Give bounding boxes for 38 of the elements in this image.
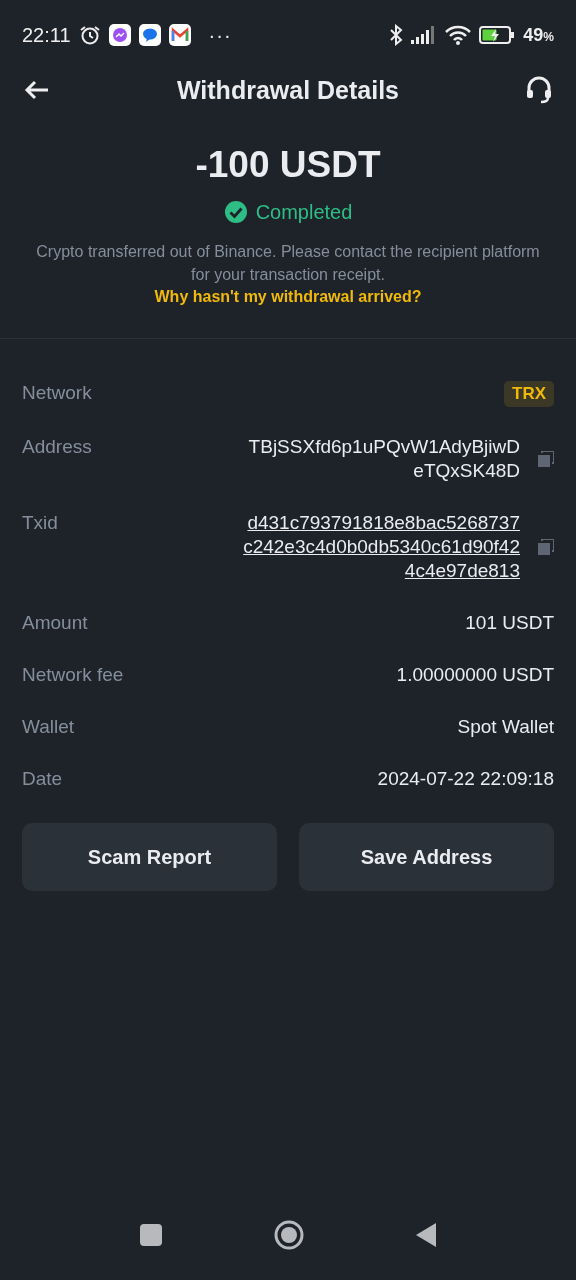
wifi-icon <box>445 25 472 45</box>
detail-label: Txid <box>22 511 58 535</box>
description-text: Crypto transferred out of Binance. Please contact the recipient platform for your transaction receipt. <box>35 242 541 285</box>
recents-icon[interactable] <box>140 1224 162 1246</box>
detail-value: 2024-07-22 22:09:18 <box>377 767 554 791</box>
action-button[interactable]: Save Address <box>299 823 554 891</box>
back-icon[interactable] <box>416 1223 436 1247</box>
more-notifications: ··· <box>208 23 232 47</box>
detail-label: Wallet <box>22 715 75 739</box>
status-label: Completed <box>255 200 353 224</box>
detail-label: Date <box>22 767 63 791</box>
home-icon[interactable] <box>274 1220 304 1250</box>
detail-label: Network <box>22 381 92 405</box>
messenger-app-icon <box>108 24 131 46</box>
help-link[interactable]: Why hasn't my withdrawal arrived? <box>154 288 422 306</box>
battery-percentage: 49% <box>523 24 554 46</box>
headset-icon[interactable] <box>526 76 552 104</box>
status-time: 22:11 <box>22 23 71 47</box>
battery-icon <box>479 26 516 44</box>
detail-label: Address <box>22 435 92 459</box>
txid-link[interactable]: d431c793791818e8bac5268737c242e3c4d0b0db5340c61d90f424c4e97de813 <box>240 511 520 583</box>
back-arrow-icon[interactable] <box>24 80 50 100</box>
mail-app-icon <box>168 24 191 46</box>
detail-value: Spot Wallet <box>457 715 554 739</box>
chat-app-icon <box>138 24 161 46</box>
bluetooth-icon <box>389 24 404 46</box>
copy-icon[interactable] <box>538 539 554 555</box>
detail-value: 101 USDT <box>465 611 554 635</box>
network-tag: TRX <box>504 381 554 407</box>
withdrawal-amount: -100 USDT <box>195 144 381 186</box>
detail-label: Amount <box>22 611 88 635</box>
action-button[interactable]: Scam Report <box>22 823 277 891</box>
copy-icon[interactable] <box>538 451 554 467</box>
alarm-icon <box>78 24 101 46</box>
detail-value: 1.00000000 USDT <box>396 663 554 687</box>
detail-value: TBjSSXfd6p1uPQvW1AdyBjiwDeTQxSK48D <box>247 435 520 483</box>
page-title: Withdrawal Details <box>176 75 399 105</box>
detail-label: Network fee <box>22 663 124 687</box>
